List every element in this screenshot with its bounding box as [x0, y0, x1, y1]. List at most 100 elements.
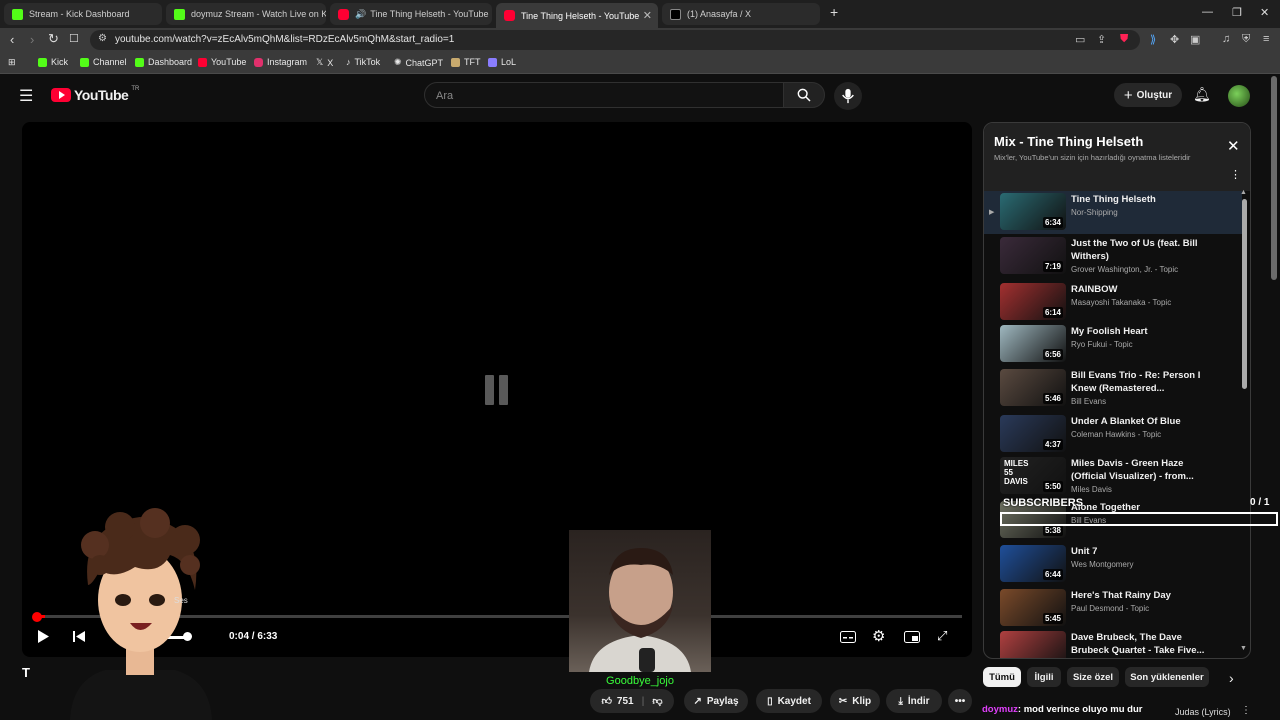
playlist-thumbnail[interactable]: 6:56	[1000, 325, 1066, 362]
sidebar-icon[interactable]: ▣	[1190, 33, 1200, 46]
playlist-item[interactable]: ▶ 6:34 Tine Thing Helseth Nor-Shipping	[984, 191, 1242, 234]
browser-tab-active[interactable]: Tine Thing Helseth - YouTube ✕	[496, 3, 658, 28]
playlist-thumbnail[interactable]: 4:37	[1000, 415, 1066, 452]
playlist-scrollbar[interactable]	[1242, 199, 1247, 389]
playlist-item[interactable]: 4:37 Under A Blanket Of Blue Coleman Hawki…	[984, 413, 1242, 456]
scroll-up-icon[interactable]: ▲	[1240, 189, 1247, 196]
more-vertical-icon[interactable]: ⋮	[1241, 705, 1251, 716]
download-label: İndir	[907, 695, 930, 707]
playlist-item-channel: Paul Desmond - Topic	[1071, 604, 1150, 613]
duration-badge: 5:50	[1042, 481, 1063, 492]
forward-icon[interactable]: ›	[30, 32, 34, 47]
scroll-down-icon[interactable]: ▼	[1240, 645, 1247, 652]
playlist-item[interactable]: 5:45 Here's That Rainy Day Paul Desmond - …	[984, 587, 1242, 630]
chip-recent[interactable]: Son yüklenenler	[1125, 667, 1209, 687]
subscribers-goal-bar	[1000, 512, 1278, 526]
share-icon[interactable]: ⇪	[1097, 33, 1106, 46]
browser-tab[interactable]: 🔊 Tine Thing Helseth - YouTube	[330, 3, 492, 25]
download-button[interactable]: ⤓ İndir	[886, 689, 942, 713]
save-button[interactable]: ▯ Kaydet	[756, 689, 822, 713]
reload-icon[interactable]: ↻	[48, 31, 59, 47]
new-tab-icon[interactable]: +	[830, 4, 838, 20]
bookmark-tft[interactable]: TFT	[451, 57, 481, 67]
chip-label: Size özel	[1072, 671, 1114, 683]
install-app-icon[interactable]: ▭	[1075, 33, 1085, 46]
address-bar[interactable]: ⚙ youtube.com/watch?v=zEcAlv5mQhM&list=R…	[90, 30, 1140, 50]
page-scrollbar[interactable]	[1271, 76, 1277, 280]
close-tab-icon[interactable]: ✕	[643, 9, 652, 22]
bookmark-dashboard[interactable]: Dashboard	[135, 57, 192, 67]
playlist-thumbnail[interactable]: 6:34	[1000, 193, 1066, 230]
playlist-item[interactable]: MILES 55 DAVIS 5:50 Miles Davis - Green Ha…	[984, 455, 1242, 498]
playlist-thumbnail[interactable]: 6:14	[1000, 283, 1066, 320]
browser-tab[interactable]: (1) Anasayfa / X	[662, 3, 820, 25]
playlist-item[interactable]: 7:19 Just the Two of Us (feat. Bill Withe…	[984, 235, 1242, 278]
brave-shield-icon[interactable]: ⛊	[1120, 33, 1128, 46]
thumbs-down-icon[interactable]: 👎︎	[652, 695, 662, 707]
hamburger-menu-icon[interactable]: ☰	[19, 86, 33, 106]
playlist-thumbnail[interactable]: 5:45	[1000, 589, 1066, 626]
more-actions-button[interactable]: •••	[948, 689, 972, 713]
media-icon[interactable]: ♫	[1222, 33, 1230, 45]
playlist-item[interactable]: 6:44 Unit 7 Wes Montgomery	[984, 543, 1242, 586]
time-display: 0:04 / 6:33	[229, 631, 278, 642]
bookmark-channel[interactable]: Channel	[80, 57, 127, 67]
browser-tab[interactable]: Stream - Kick Dashboard	[4, 3, 162, 25]
bookmark-x[interactable]: 𝕏X	[316, 57, 333, 68]
duration-badge: 6:34	[1042, 217, 1063, 228]
bookmark-youtube[interactable]: YouTube	[198, 57, 246, 67]
maximize-icon[interactable]: ❐	[1232, 6, 1242, 19]
back-icon[interactable]: ‹	[10, 32, 14, 47]
playlist-item[interactable]: 6:14 RAINBOW Masayoshi Takanaka - Topic	[984, 281, 1242, 324]
site-info-icon[interactable]: ⚙	[98, 33, 107, 44]
play-icon[interactable]	[37, 630, 49, 643]
translate-icon[interactable]: ⟫	[1150, 33, 1156, 46]
search-input[interactable]: Ara	[424, 82, 784, 108]
settings-gear-icon[interactable]: ⚙	[872, 627, 885, 645]
vpn-icon[interactable]: ⛨	[1242, 33, 1250, 46]
playlist-item[interactable]: 6:56 My Foolish Heart Ryo Fukui - Topic	[984, 323, 1242, 366]
playlist-item[interactable]: Dave Brubeck, The Dave Brubeck Quartet -…	[984, 629, 1242, 658]
playlist-item[interactable]: 5:46 Bill Evans Trio - Re: Person I Knew …	[984, 367, 1242, 410]
close-icon[interactable]: ✕	[1227, 137, 1240, 155]
browser-tab[interactable]: doymuz Stream - Watch Live on Kick	[166, 3, 326, 25]
bookmark-instagram[interactable]: Instagram	[254, 57, 307, 67]
playlist-thumbnail[interactable]: 5:46	[1000, 369, 1066, 406]
youtube-logo[interactable]: YouTube TR	[51, 86, 139, 103]
chip-related[interactable]: İlgili	[1027, 667, 1061, 687]
bookmark-lol[interactable]: LoL	[488, 57, 516, 67]
notifications-bell-icon[interactable]: 🔔︎	[1193, 86, 1211, 103]
chip-all[interactable]: Tümü	[983, 667, 1021, 687]
clip-button[interactable]: ✂ Klip	[830, 689, 880, 713]
playlist-item-channel: Wes Montgomery	[1071, 560, 1134, 569]
playlist-thumbnail[interactable]: MILES 55 DAVIS 5:50	[1000, 457, 1066, 494]
bookmark-kick[interactable]: Kick	[38, 57, 68, 67]
extensions-icon[interactable]: ✥	[1170, 33, 1179, 46]
bookmark-tiktok[interactable]: ♪ TikTok	[346, 57, 380, 67]
create-button[interactable]: + Oluştur	[1114, 83, 1182, 107]
avatar[interactable]	[1228, 85, 1250, 107]
minimize-icon[interactable]: —	[1202, 6, 1213, 18]
progress-scrubber[interactable]	[32, 612, 42, 622]
search-button[interactable]	[783, 82, 825, 108]
close-window-icon[interactable]: ✕	[1260, 6, 1269, 19]
apps-icon[interactable]: ⊞	[8, 57, 16, 68]
bookmark-chatgpt[interactable]: ✺ ChatGPT	[394, 57, 443, 68]
thumbs-up-icon[interactable]: 👍︎	[601, 695, 611, 707]
chip-for-you[interactable]: Size özel	[1067, 667, 1119, 687]
playlist-thumbnail[interactable]: 6:44	[1000, 545, 1066, 582]
fullscreen-icon[interactable]: ⤢	[937, 628, 947, 644]
chevron-right-icon[interactable]: ›	[1229, 670, 1234, 686]
bookmark-icon[interactable]: ☐	[69, 32, 79, 45]
like-dislike-button[interactable]: 👍︎ 751 | 👎︎	[590, 689, 674, 713]
menu-icon[interactable]: ≡	[1263, 33, 1269, 45]
playlist-thumbnail[interactable]	[1000, 631, 1066, 658]
subtitles-icon[interactable]	[840, 631, 856, 643]
playlist-item-title: Miles Davis - Green Haze (Official Visua…	[1071, 458, 1194, 482]
miniplayer-icon[interactable]	[904, 631, 920, 643]
more-vertical-icon[interactable]: ⋮	[1230, 168, 1241, 181]
youtube-logo-icon	[51, 88, 71, 102]
playlist-thumbnail[interactable]: 7:19	[1000, 237, 1066, 274]
voice-search-button[interactable]	[834, 82, 862, 110]
share-button[interactable]: ↗ Paylaş	[684, 689, 748, 713]
